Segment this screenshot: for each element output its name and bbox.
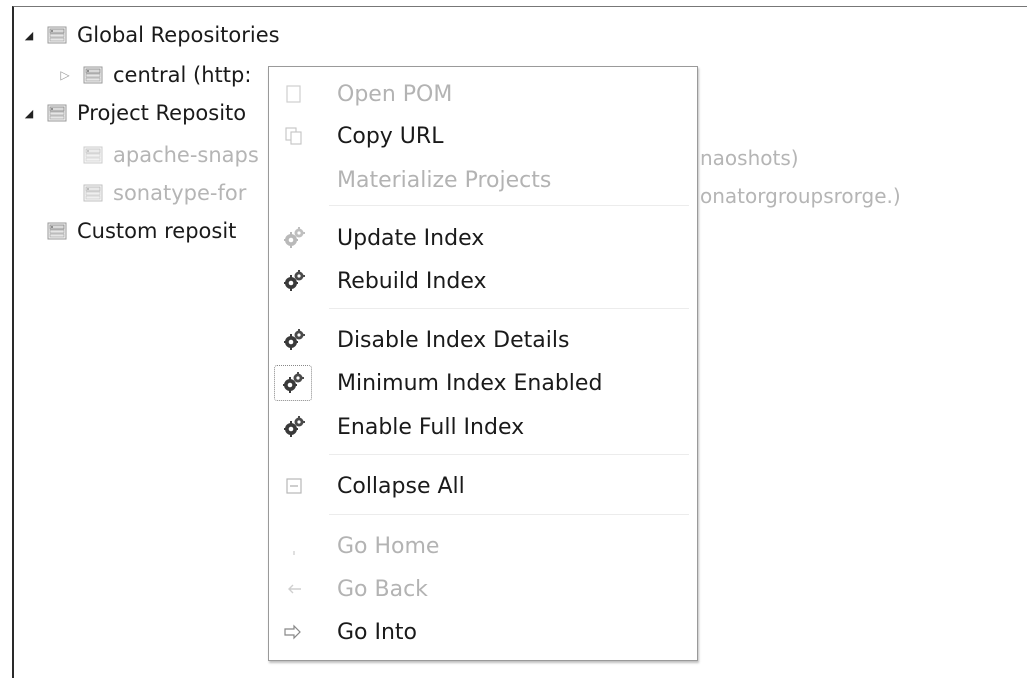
- tree-item-sonatype-forge-url: onatorgroupsrorge.): [700, 184, 901, 208]
- expanded-arrow-icon[interactable]: ◢: [22, 107, 36, 120]
- repository-icon: [82, 145, 104, 165]
- collapse-all-icon: [281, 473, 307, 499]
- menu-item-collapse-all[interactable]: Collapse All: [269, 467, 697, 505]
- menu-separator: [329, 454, 689, 455]
- repository-icon: [82, 65, 104, 85]
- tree-item-label: Custom reposit: [77, 219, 237, 243]
- home-icon: [281, 533, 307, 559]
- tree-item-label: central (http:: [113, 63, 252, 87]
- menu-separator: [329, 514, 689, 515]
- tree-item-global-repositories[interactable]: ◢ Global Repositories: [22, 20, 280, 50]
- go-into-icon: [281, 619, 307, 645]
- tree-item-label: Global Repositories: [77, 23, 280, 47]
- menu-item-go-home[interactable]: Go Home: [269, 527, 697, 565]
- menu-item-copy-url[interactable]: Copy URL: [269, 117, 697, 155]
- collapsed-arrow-icon[interactable]: ▷: [58, 68, 72, 82]
- tree-item-sonatype-forge[interactable]: sonatype-for: [82, 178, 246, 208]
- menu-item-update-index[interactable]: Update Index: [269, 219, 697, 257]
- menu-item-disable-index-details[interactable]: Disable Index Details: [269, 321, 697, 359]
- copy-icon: [281, 123, 307, 149]
- tree-item-apache-snapshots[interactable]: apache-snaps: [82, 140, 259, 170]
- tree-item-central[interactable]: ▷ central (http:: [58, 60, 251, 90]
- tree-item-label: sonatype-for: [113, 181, 247, 205]
- back-arrow-icon: [281, 576, 307, 602]
- repository-group-icon: [46, 221, 68, 241]
- menu-item-minimum-index-enabled[interactable]: Minimum Index Enabled: [269, 364, 697, 402]
- repository-group-icon: [46, 103, 68, 123]
- menu-item-materialize-projects[interactable]: Materialize Projects: [269, 161, 697, 199]
- repository-icon: [82, 183, 104, 203]
- tree-item-label: apache-snaps: [113, 143, 259, 167]
- menu-item-open-pom[interactable]: Open POM: [269, 75, 697, 113]
- repository-group-icon: [46, 25, 68, 45]
- index-icon: [281, 327, 307, 353]
- open-pom-icon: [281, 81, 307, 107]
- tree-item-project-repositories[interactable]: ◢ Project Reposito: [22, 98, 246, 128]
- index-icon: [274, 365, 312, 401]
- update-index-icon: [281, 225, 307, 251]
- tree-item-label: Project Reposito: [77, 101, 247, 125]
- menu-item-go-into[interactable]: Go Into: [269, 613, 697, 651]
- index-icon: [281, 414, 307, 440]
- rebuild-index-icon: [281, 268, 307, 294]
- tree-item-apache-snapshots-url: naoshots): [700, 146, 799, 170]
- menu-item-enable-full-index[interactable]: Enable Full Index: [269, 408, 697, 446]
- menu-item-rebuild-index[interactable]: Rebuild Index: [269, 262, 697, 300]
- menu-separator: [329, 308, 689, 309]
- context-menu: Open POM Copy URL Materialize Projects U…: [268, 66, 698, 661]
- menu-separator: [329, 205, 689, 206]
- menu-item-go-back[interactable]: Go Back: [269, 570, 697, 608]
- tree-item-custom-repositories[interactable]: Custom reposit: [46, 216, 236, 246]
- expanded-arrow-icon[interactable]: ◢: [22, 29, 36, 42]
